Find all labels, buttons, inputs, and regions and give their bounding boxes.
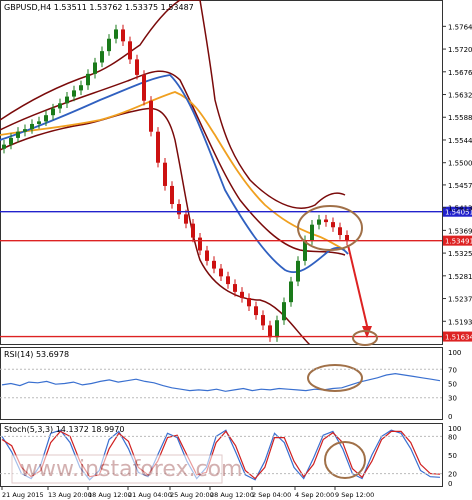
price-axis-labels: 1.57640 1.57200 1.56760 1.56320 1.55880 1.554… <box>442 23 472 326</box>
candle-body <box>149 100 153 132</box>
price-tick-label: 1.57640 <box>448 23 472 31</box>
candle-body <box>128 41 132 60</box>
candle-body <box>65 96 69 104</box>
price-tick-label: 1.53690 <box>448 227 472 235</box>
candle-body <box>107 38 111 52</box>
candle-body <box>205 250 209 261</box>
candle-body <box>142 74 146 101</box>
candle-body <box>100 51 104 63</box>
price-level-label: 1.53491 <box>445 238 472 246</box>
time-tick-label: 4 Sep 20:00 <box>295 491 334 499</box>
rsi-tick-label: 0 <box>448 413 452 421</box>
time-tick-label: 28 Aug 12:00 <box>210 491 254 499</box>
time-tick-label: 13 Aug 20:00 <box>48 491 92 499</box>
price-tick-label: 1.55000 <box>448 160 472 168</box>
rsi-title: RSI(14) 53.6978 <box>4 350 69 359</box>
watermark: www.instaforex.com <box>11 454 243 484</box>
candle-body <box>331 222 335 228</box>
time-tick-label: 21 Aug 2015 <box>2 491 44 499</box>
rsi-tick-label: 100 <box>448 349 461 357</box>
candle-body <box>114 29 118 39</box>
time-tick-label: 2 Sep 04:00 <box>252 491 291 499</box>
time-tick-label: 21 Aug 04:00 <box>128 491 172 499</box>
candle-body <box>16 131 20 138</box>
candle-body <box>198 237 202 251</box>
candle-body <box>296 260 300 282</box>
candle-body <box>247 298 251 307</box>
price-level-label: 1.51634 <box>445 334 472 342</box>
candle-body <box>121 29 125 42</box>
price-tick-label: 1.56760 <box>448 69 472 77</box>
price-tick-label: 1.53250 <box>448 250 472 258</box>
price-tick-label: 1.52810 <box>448 273 472 281</box>
candle-body <box>254 306 258 316</box>
candle-body <box>30 123 34 130</box>
chart-title: GBPUSD,H4 1.53511 1.53762 1.53375 1.5348… <box>4 3 194 12</box>
rsi-tick-label: 30 <box>448 395 457 403</box>
price-tick-label: 1.57200 <box>448 46 472 54</box>
candle-body <box>317 219 321 225</box>
candle-body <box>170 185 174 205</box>
candle-body <box>310 224 314 241</box>
candle-body <box>212 260 216 269</box>
stoch-tick-label: 50 <box>448 452 457 460</box>
candle-body <box>9 137 13 145</box>
candle-body <box>338 227 342 236</box>
candle-body <box>289 281 293 303</box>
time-tick-label: 18 Aug 12:00 <box>88 491 132 499</box>
candle-body <box>86 73 90 86</box>
rsi-tick-label: 70 <box>448 366 457 374</box>
candle-body <box>58 103 62 109</box>
candle-body <box>191 223 195 238</box>
trading-chart: 1.540511.534911.51634 GBPUSD,H4 1.53511 … <box>0 0 472 499</box>
rsi-tick-label: 50 <box>448 381 457 389</box>
candle-body <box>219 268 223 277</box>
candle-body <box>23 129 27 132</box>
candle-body <box>275 320 279 338</box>
svg-text:www.instaforex.com: www.instaforex.com <box>20 457 243 482</box>
stoch-tick-label: 80 <box>448 433 457 441</box>
candle-body <box>72 90 76 97</box>
candle-body <box>163 162 167 186</box>
price-tick-label: 1.51930 <box>448 318 472 326</box>
candle-body <box>282 302 286 321</box>
candle-body <box>156 131 160 163</box>
time-tick-label: 25 Aug 20:00 <box>170 491 214 499</box>
candle-body <box>135 59 139 75</box>
candle-body <box>226 276 230 285</box>
stoch-title: Stoch(5,3,3) 14.1372 18.9970 <box>4 425 124 434</box>
candle-body <box>44 115 48 122</box>
price-tick-label: 1.52370 <box>448 296 472 304</box>
price-tick-label: 1.54570 <box>448 182 472 190</box>
candle-body <box>233 284 237 292</box>
candle-body <box>79 85 83 91</box>
time-tick-label: 9 Sep 12:00 <box>335 491 374 499</box>
price-tick-label: 1.56320 <box>448 92 472 100</box>
candle-body <box>51 108 55 116</box>
candle-body <box>93 62 97 74</box>
candle-body <box>268 325 272 338</box>
candle-body <box>345 235 349 241</box>
price-tick-label: 1.55880 <box>448 114 472 122</box>
price-panel <box>0 0 443 345</box>
price-tick-label: 1.55440 <box>448 137 472 145</box>
candle-body <box>261 315 265 326</box>
candle-body <box>2 144 6 149</box>
stoch-tick-label: 0 <box>448 480 452 488</box>
stoch-tick-label: 100 <box>448 425 461 433</box>
candle-body <box>184 214 188 224</box>
candle-body <box>240 291 244 299</box>
price-tick-label: 1.54130 <box>448 205 472 213</box>
time-axis-labels: 21 Aug 2015 13 Aug 20:0018 Aug 12:0021 Au… <box>1 486 374 499</box>
candle-body <box>324 219 328 223</box>
stoch-tick-label: 20 <box>448 471 457 479</box>
candle-body <box>177 204 181 215</box>
candle-body <box>37 121 41 124</box>
